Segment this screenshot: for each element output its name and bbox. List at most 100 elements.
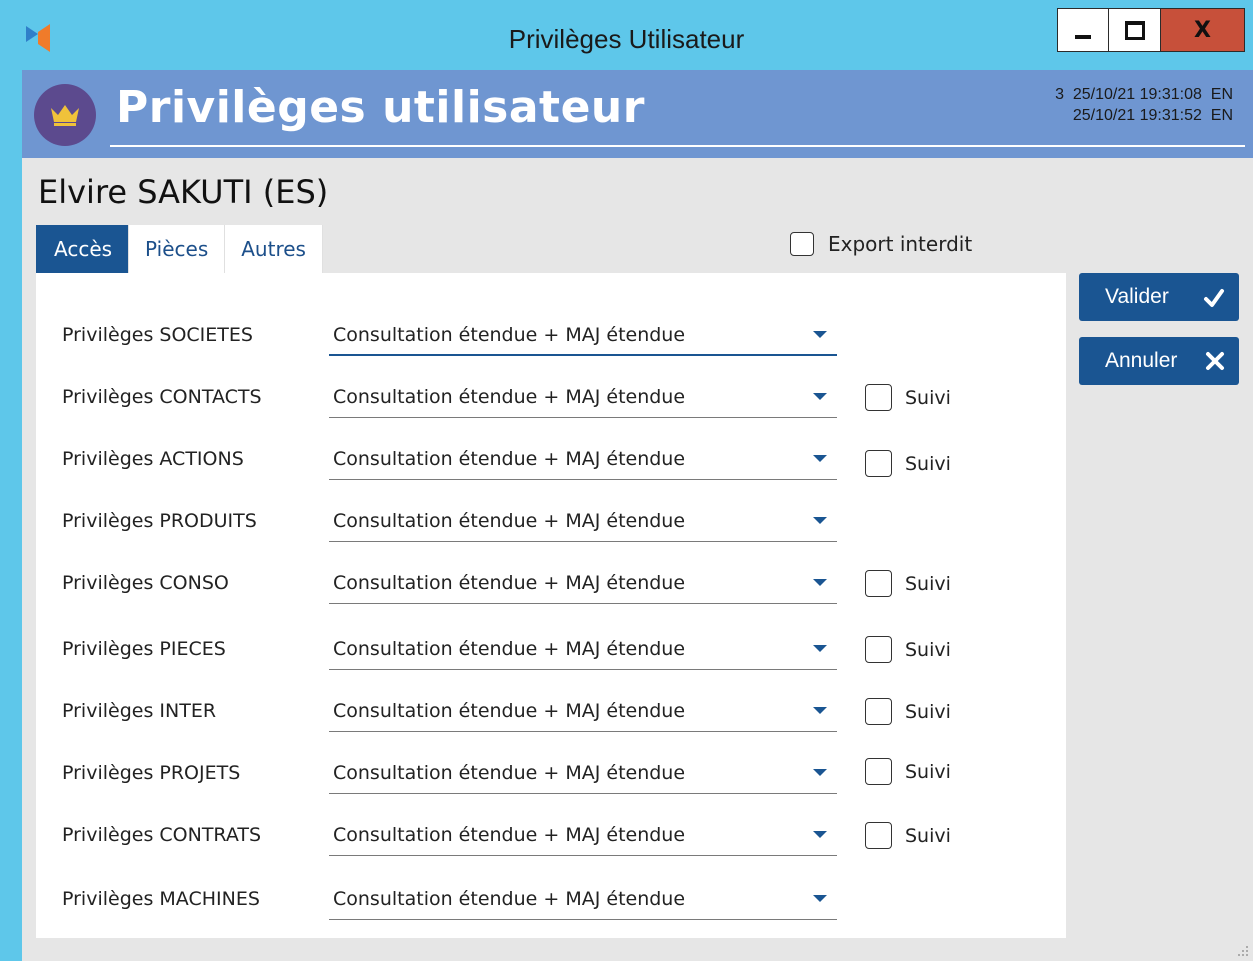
client-area: Privilèges utilisateur 3 25/10/21 19:31:… [22, 70, 1253, 961]
row-label: Privilèges CONTACTS [62, 386, 262, 408]
title-bar[interactable]: Privilèges Utilisateur X [0, 0, 1253, 70]
row-label: Privilèges CONSO [62, 572, 229, 594]
chevron-down-icon[interactable] [813, 517, 827, 524]
suivi-checkbox[interactable]: Suivi [865, 384, 951, 411]
row-label: Privilèges PROJETS [62, 762, 241, 784]
privilege-row: Privilèges CONTACTS Consultation étendue… [36, 376, 1066, 420]
page-title: Privilèges utilisateur [116, 82, 645, 133]
crown-badge [34, 84, 96, 146]
validate-label: Valider [1105, 285, 1169, 308]
close-button[interactable]: X [1161, 8, 1245, 52]
window: Privilèges Utilisateur X Privilèges util… [0, 0, 1253, 961]
privilege-row: Privilèges MACHINES Consultation étendue… [36, 878, 1066, 922]
privilege-row: Privilèges CONTRATS Consultation étendue… [36, 814, 1066, 858]
privileges-panel: Privilèges SOCIETES Consultation étendue… [36, 273, 1066, 938]
privilege-select[interactable]: Consultation étendue + MAJ étendue [329, 314, 837, 356]
select-value: Consultation étendue + MAJ étendue [333, 386, 686, 408]
suivi-label: Suivi [905, 824, 951, 847]
minimize-button[interactable] [1057, 8, 1109, 52]
suivi-label: Suivi [905, 700, 951, 723]
suivi-box[interactable] [865, 450, 892, 477]
privilege-row: Privilèges SOCIETES Consultation étendue… [36, 314, 1066, 358]
row-label: Privilèges MACHINES [62, 888, 260, 910]
info-line-2: 25/10/21 19:31:52 EN [1072, 107, 1233, 124]
page-header: Privilèges utilisateur 3 25/10/21 19:31:… [22, 70, 1253, 158]
select-value: Consultation étendue + MAJ étendue [333, 510, 686, 532]
select-value: Consultation étendue + MAJ étendue [333, 762, 686, 784]
suivi-checkbox[interactable]: Suivi [865, 636, 951, 663]
chevron-down-icon[interactable] [813, 393, 827, 400]
privilege-row: Privilèges INTER Consultation étendue + … [36, 690, 1066, 734]
suivi-box[interactable] [865, 636, 892, 663]
cancel-button[interactable]: Annuler [1079, 337, 1239, 385]
tab-acces[interactable]: Accès [36, 225, 130, 273]
privilege-select[interactable]: Consultation étendue + MAJ étendue [329, 690, 837, 732]
privilege-select[interactable]: Consultation étendue + MAJ étendue [329, 628, 837, 670]
suivi-checkbox[interactable]: Suivi [865, 450, 951, 477]
row-label: Privilèges INTER [62, 700, 217, 722]
check-icon [1204, 289, 1224, 307]
header-info: 3 25/10/21 19:31:08 EN 25/10/21 19:31:52… [1055, 84, 1233, 126]
select-value: Consultation étendue + MAJ étendue [333, 448, 686, 470]
export-interdit-checkbox[interactable]: Export interdit [790, 232, 972, 256]
privilege-row: Privilèges PIECES Consultation étendue +… [36, 628, 1066, 672]
privilege-select[interactable]: Consultation étendue + MAJ étendue [329, 562, 837, 604]
suivi-box[interactable] [865, 570, 892, 597]
select-value: Consultation étendue + MAJ étendue [333, 572, 686, 594]
suivi-checkbox[interactable]: Suivi [865, 758, 951, 785]
suivi-box[interactable] [865, 384, 892, 411]
maximize-icon [1124, 20, 1145, 40]
privilege-select[interactable]: Consultation étendue + MAJ étendue [329, 814, 837, 856]
chevron-down-icon[interactable] [813, 455, 827, 462]
row-label: Privilèges ACTIONS [62, 448, 244, 470]
suivi-label: Suivi [905, 638, 951, 661]
privilege-select[interactable]: Consultation étendue + MAJ étendue [329, 438, 837, 480]
privilege-row: Privilèges CONSO Consultation étendue + … [36, 562, 1066, 606]
chevron-down-icon[interactable] [813, 331, 827, 338]
suivi-label: Suivi [905, 386, 951, 409]
maximize-button[interactable] [1109, 8, 1161, 52]
tab-pieces[interactable]: Pièces [129, 225, 226, 273]
suivi-box[interactable] [865, 822, 892, 849]
tab-autres[interactable]: Autres [225, 225, 323, 273]
privilege-row: Privilèges PRODUITS Consultation étendue… [36, 500, 1066, 544]
suivi-checkbox[interactable]: Suivi [865, 822, 951, 849]
suivi-label: Suivi [905, 760, 951, 783]
chevron-down-icon[interactable] [813, 895, 827, 902]
privilege-row: Privilèges ACTIONS Consultation étendue … [36, 438, 1066, 482]
cancel-label: Annuler [1105, 349, 1178, 372]
privilege-row: Privilèges PROJETS Consultation étendue … [36, 752, 1066, 796]
suivi-box[interactable] [865, 698, 892, 725]
privilege-select[interactable]: Consultation étendue + MAJ étendue [329, 376, 837, 418]
chevron-down-icon[interactable] [813, 707, 827, 714]
privilege-select[interactable]: Consultation étendue + MAJ étendue [329, 500, 837, 542]
suivi-label: Suivi [905, 452, 951, 475]
row-label: Privilèges CONTRATS [62, 824, 262, 846]
chevron-down-icon[interactable] [813, 579, 827, 586]
header-underline [110, 145, 1245, 147]
crown-icon [51, 105, 79, 126]
chevron-down-icon[interactable] [813, 645, 827, 652]
chevron-down-icon[interactable] [813, 831, 827, 838]
row-label: Privilèges PRODUITS [62, 510, 257, 532]
validate-button[interactable]: Valider [1079, 273, 1239, 321]
close-icon [1206, 352, 1224, 370]
info-line-1: 3 25/10/21 19:31:08 EN [1055, 86, 1233, 103]
export-interdit-box[interactable] [790, 232, 814, 256]
suivi-box[interactable] [865, 758, 892, 785]
resize-grip-icon[interactable] [1235, 943, 1249, 957]
tab-bar: Accès Pièces Autres [36, 225, 323, 273]
close-icon: X [1194, 17, 1211, 43]
row-label: Privilèges SOCIETES [62, 324, 253, 346]
suivi-checkbox[interactable]: Suivi [865, 698, 951, 725]
select-value: Consultation étendue + MAJ étendue [333, 700, 686, 722]
user-name: Elvire SAKUTI (ES) [38, 173, 329, 211]
chevron-down-icon[interactable] [813, 769, 827, 776]
select-value: Consultation étendue + MAJ étendue [333, 324, 686, 346]
privilege-select[interactable]: Consultation étendue + MAJ étendue [329, 878, 837, 920]
select-value: Consultation étendue + MAJ étendue [333, 824, 686, 846]
select-value: Consultation étendue + MAJ étendue [333, 888, 686, 910]
suivi-checkbox[interactable]: Suivi [865, 570, 951, 597]
privilege-select[interactable]: Consultation étendue + MAJ étendue [329, 752, 837, 794]
suivi-label: Suivi [905, 572, 951, 595]
